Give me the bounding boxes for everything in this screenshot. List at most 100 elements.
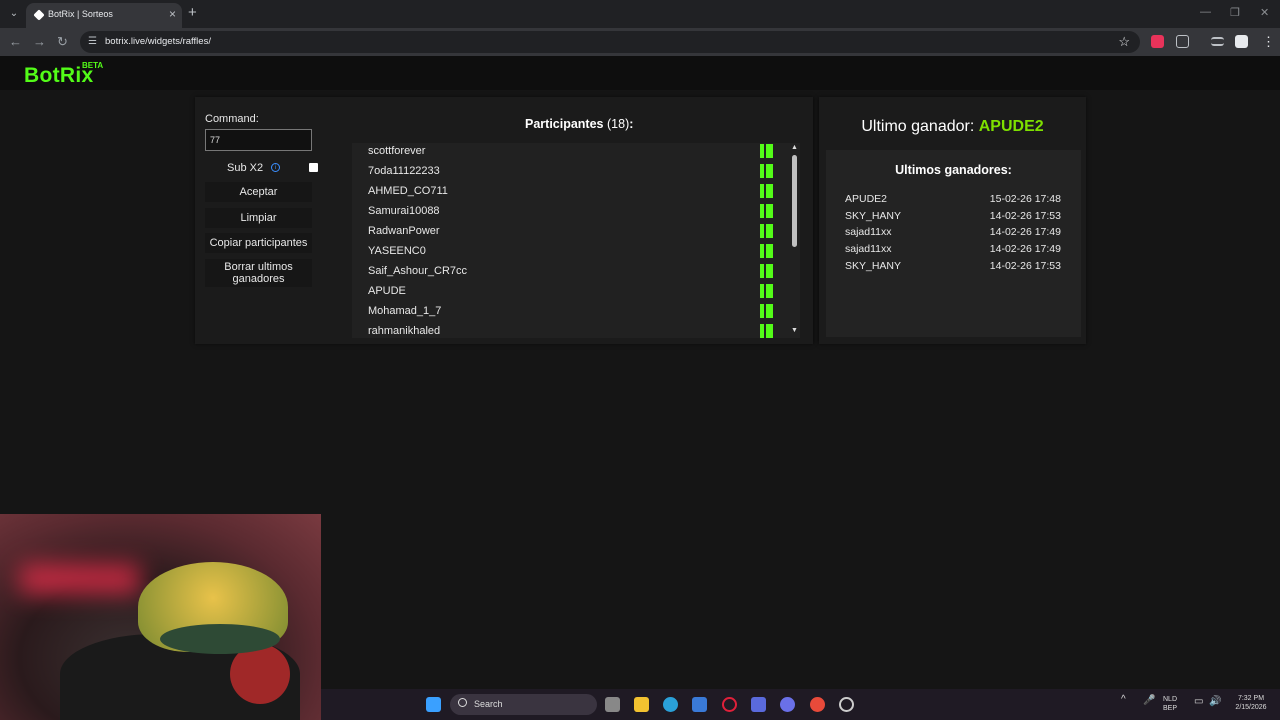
command-label: Command:	[205, 113, 259, 125]
close-window-icon[interactable]: ✕	[1260, 6, 1269, 19]
winner-date: 15-02-26 17:48	[989, 193, 1061, 205]
scroll-down-icon[interactable]: ▼	[790, 327, 799, 334]
list-item: RadwanPower	[368, 225, 440, 237]
list-item: Saif_Ashour_CR7cc	[368, 265, 468, 277]
kick-icon	[760, 284, 773, 298]
winner-date: 14-02-26 17:53	[989, 260, 1061, 272]
recent-winners-title: Ultimos ganadores:	[895, 163, 1012, 177]
kick-icon	[760, 204, 773, 218]
chrome-icon[interactable]	[810, 697, 825, 712]
winner-date: 14-02-26 17:49	[989, 226, 1061, 238]
edge-icon[interactable]	[663, 697, 678, 712]
profile-icon[interactable]	[1235, 35, 1248, 48]
last-winner-label: Ultimo ganador:	[861, 118, 979, 135]
task-view-icon[interactable]	[605, 697, 620, 712]
tab-close-icon[interactable]: ×	[169, 7, 176, 21]
taskbar-search[interactable]: Search	[450, 694, 597, 715]
extension-icon[interactable]	[1151, 35, 1164, 48]
kick-icon	[760, 264, 773, 278]
participants-count: (18)	[607, 117, 630, 131]
navigation-bar: ← → ↻ ☰ botrix.live/widgets/raffles/ ☆ ⋮	[0, 28, 1280, 56]
tab-bar: ⌄ BotRix | Sorteos × + — ❐ ✕	[0, 0, 1280, 28]
participants-title: Participantes (18):	[525, 117, 633, 131]
list-item: scottforever	[368, 145, 426, 157]
search-text: Search	[474, 699, 503, 709]
subx2-checkbox[interactable]	[309, 163, 318, 172]
app-icon[interactable]	[751, 697, 766, 712]
maximize-icon[interactable]: ❐	[1230, 6, 1240, 19]
command-input[interactable]	[205, 129, 312, 151]
winner-date: 14-02-26 17:49	[989, 243, 1061, 255]
language-line1: NLD	[1163, 696, 1178, 703]
kick-icon	[760, 184, 773, 198]
info-icon[interactable]: i	[271, 163, 280, 172]
recent-winners-box: Ultimos ganadores: APUDE2 15-02-26 17:48…	[826, 150, 1081, 337]
tray-chevron-icon[interactable]: ^	[1121, 695, 1126, 705]
scroll-up-icon[interactable]: ▲	[790, 144, 799, 151]
delete-winners-line2: ganadores	[232, 273, 285, 285]
last-winner: Ultimo ganador: APUDE2	[819, 118, 1086, 136]
cap-brim	[160, 624, 280, 654]
tab-search-icon[interactable]: ⌄	[6, 6, 22, 22]
language-line2: BEP	[1163, 705, 1178, 712]
beta-badge: BETA	[82, 61, 104, 70]
participants-scrollbar[interactable]: ▲ ▼	[789, 143, 800, 338]
microphone-icon[interactable]: 🎤	[1143, 696, 1155, 706]
windows-start-icon[interactable]	[426, 697, 441, 712]
kick-icon	[760, 144, 773, 158]
site-info-icon[interactable]: ☰	[88, 36, 100, 48]
url-text: botrix.live/widgets/raffles/	[105, 36, 211, 47]
settings-icon[interactable]	[839, 697, 854, 712]
delete-winners-line1: Borrar ultimos	[224, 261, 293, 273]
neon-light	[20, 564, 140, 594]
opera-icon[interactable]	[722, 697, 737, 712]
clock-time: 7:32 PM	[1237, 695, 1265, 702]
winner-name: APUDE2	[845, 193, 888, 205]
last-winner-name: APUDE2	[978, 118, 1044, 135]
minimize-icon[interactable]: —	[1200, 6, 1211, 18]
accept-button[interactable]: Aceptar	[205, 182, 312, 202]
back-icon[interactable]: ←	[9, 34, 22, 49]
webcam-overlay	[0, 514, 321, 720]
winner-name: sajad11xx	[845, 243, 892, 255]
winners-panel: Ultimo ganador: APUDE2 Ultimos ganadores…	[819, 97, 1086, 344]
list-item: 7oda11122233	[368, 165, 440, 177]
raffle-panel: Command: Sub X2 i Aceptar Limpiar Copiar…	[195, 97, 813, 344]
clock-date: 2/15/2026	[1235, 704, 1267, 711]
scroll-thumb[interactable]	[792, 155, 797, 247]
forward-icon[interactable]: →	[33, 34, 46, 49]
address-bar[interactable]: ☰ botrix.live/widgets/raffles/ ☆	[80, 31, 1140, 53]
kick-icon	[760, 164, 773, 178]
tab-botrix[interactable]: BotRix | Sorteos ×	[26, 3, 182, 28]
copy-participants-button[interactable]: Copiar participantes	[205, 233, 312, 253]
list-item: Mohamad_1_7	[368, 305, 442, 317]
store-icon[interactable]	[692, 697, 707, 712]
reload-icon[interactable]: ↻	[57, 34, 68, 50]
list-item: Samurai10088	[368, 205, 440, 217]
winner-name: sajad11xx	[845, 226, 892, 238]
clear-button[interactable]: Limpiar	[205, 208, 312, 228]
language-indicator[interactable]: NLD BEP	[1163, 695, 1177, 713]
favicon-icon	[33, 9, 45, 21]
extensions-puzzle-icon[interactable]	[1176, 35, 1189, 48]
clock[interactable]: 7:32 PM 2/15/2026	[1226, 694, 1276, 712]
tab-title: BotRix | Sorteos	[48, 9, 113, 19]
taskbar: Search ^ 🎤 NLD BEP ▭ 🔊 7:32 PM 2/15/2026	[321, 689, 1280, 720]
participants-title-text: Participantes	[525, 117, 604, 131]
list-item: rahmanikhaled	[368, 325, 441, 337]
search-icon	[458, 698, 467, 707]
file-explorer-icon[interactable]	[634, 697, 649, 712]
list-item: APUDE	[368, 285, 406, 297]
bookmark-star-icon[interactable]: ☆	[1118, 34, 1130, 50]
winner-date: 14-02-26 17:53	[989, 210, 1061, 222]
winner-name: SKY_HANY	[845, 260, 902, 272]
discord-icon[interactable]	[780, 697, 795, 712]
menu-dots-icon[interactable]: ⋮	[1262, 34, 1275, 50]
participants-list[interactable]: scottforever 7oda11122233 AHMED_CO711 Sa…	[352, 143, 800, 338]
delete-winners-button[interactable]: Borrar ultimos ganadores	[205, 259, 312, 287]
network-icon[interactable]: ▭	[1194, 697, 1203, 707]
reading-list-icon[interactable]	[1211, 37, 1224, 46]
list-item: AHMED_CO711	[368, 185, 448, 197]
volume-icon[interactable]: 🔊	[1209, 697, 1221, 707]
new-tab-icon[interactable]: +	[188, 4, 197, 21]
